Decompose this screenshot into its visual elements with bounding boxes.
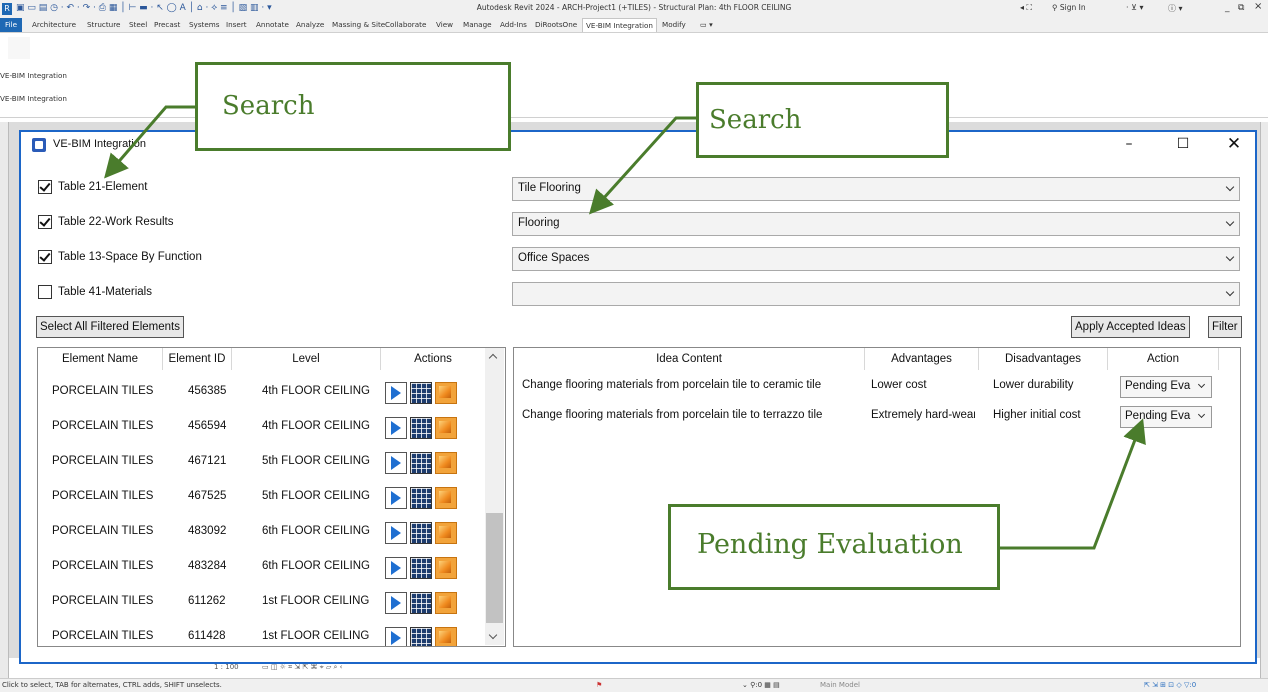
callout-label: Search [709,105,802,135]
pending-evaluation-callout: Pending Evaluation [668,504,1000,590]
callout-label: Search [222,91,315,121]
search-left-arrow [104,105,195,179]
pending-arrow [1000,418,1146,550]
callout-label: Pending Evaluation [697,529,963,560]
search-callout-left: Search [195,62,511,151]
callout-arrows [104,105,1146,550]
search-callout-right: Search [696,82,949,158]
search-right-arrow [588,116,696,215]
